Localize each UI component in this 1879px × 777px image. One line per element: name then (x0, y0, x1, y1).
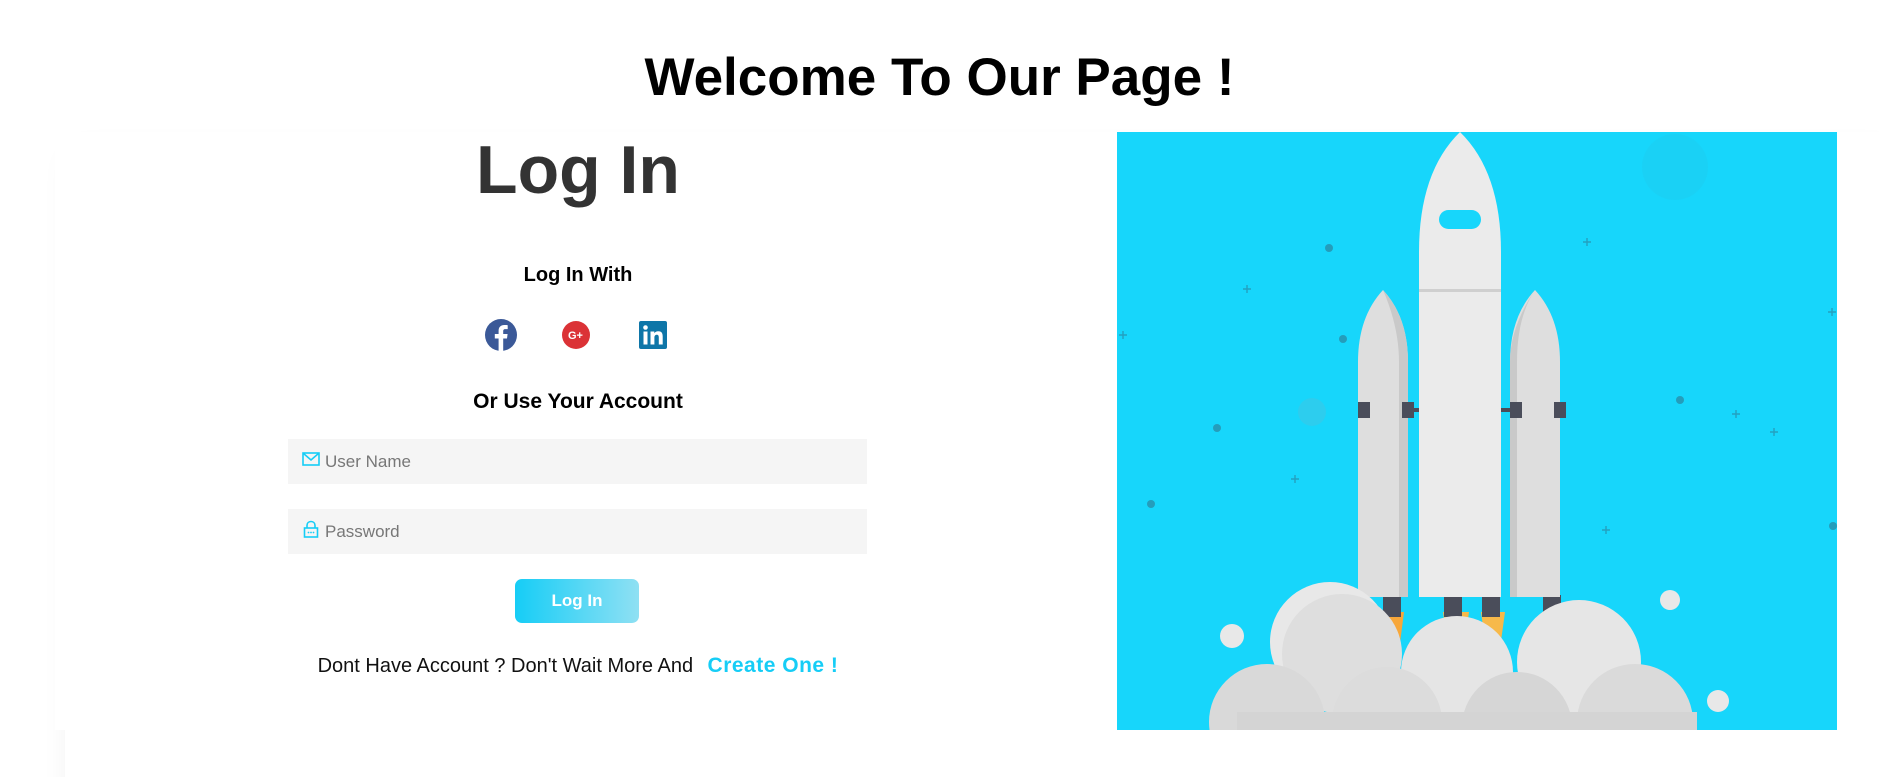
login-button[interactable]: Log In (515, 579, 639, 623)
create-account-link[interactable]: Create One ! (708, 654, 839, 677)
main-rocket (1419, 132, 1501, 597)
social-login-group: G+ (288, 318, 868, 352)
google-plus-icon[interactable]: G+ (561, 320, 591, 350)
right-booster (1500, 290, 1566, 597)
username-field (288, 439, 867, 484)
login-panel: Log In Log In With G+ Or Use Your Accoun… (288, 130, 868, 710)
lock-icon (302, 520, 320, 538)
login-with-label: Log In With (523, 264, 633, 286)
signup-line: Dont Have Account ? Don't Wait More And … (288, 654, 868, 678)
password-input[interactable] (325, 509, 855, 554)
username-input[interactable] (325, 439, 855, 484)
svg-text:G+: G+ (568, 330, 583, 342)
rocket-launch-illustration (1117, 132, 1837, 730)
linkedin-icon[interactable] (639, 321, 667, 349)
planet-large (1642, 134, 1708, 200)
facebook-icon[interactable] (484, 318, 518, 352)
left-booster (1358, 290, 1424, 597)
password-field (288, 509, 867, 554)
envelope-icon (302, 450, 320, 468)
login-title: Log In (476, 132, 680, 208)
signup-prompt: Dont Have Account ? Don't Wait More And (317, 655, 694, 677)
or-use-account-label: Or Use Your Account (473, 390, 683, 413)
page-title: Welcome To Our Page ! (644, 48, 1235, 107)
planet-small (1298, 398, 1326, 426)
